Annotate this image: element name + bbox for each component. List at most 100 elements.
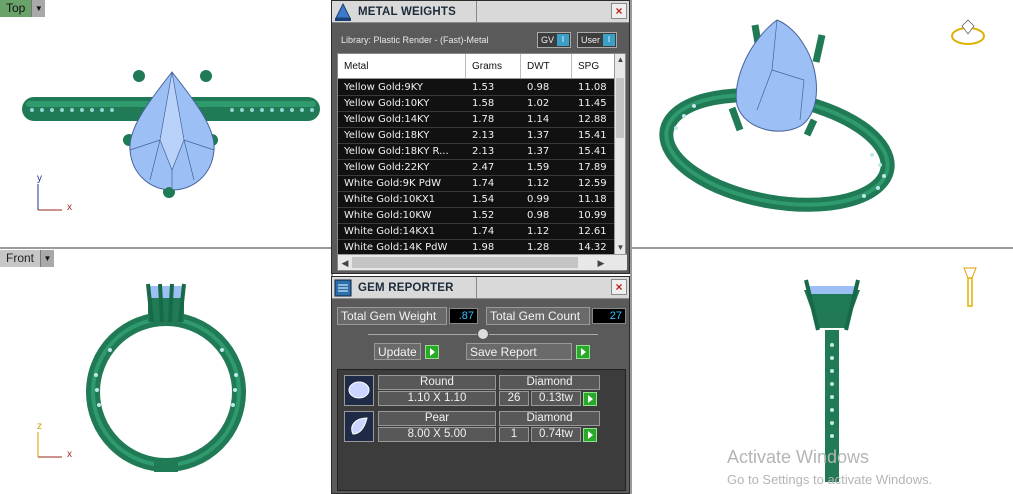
grams-cell: 2.47: [472, 162, 495, 173]
gem-shape: Round: [378, 375, 496, 390]
metal-cell: White Gold:14KX1: [344, 226, 436, 237]
viewport-front-tab[interactable]: Front ▼: [0, 250, 55, 267]
viewport-top-tab[interactable]: Top ▼: [0, 0, 46, 17]
play-icon: [424, 344, 439, 359]
viewport-top[interactable]: y x Top ▼: [0, 0, 331, 247]
update-button[interactable]: Update: [374, 343, 439, 360]
dwt-cell: 0.99: [527, 194, 550, 205]
gem-shape: Pear: [378, 411, 496, 426]
viewport-perspective[interactable]: [632, 0, 1013, 247]
scroll-thumb[interactable]: [616, 78, 624, 138]
dwt-cell: 1.14: [527, 114, 550, 125]
spg-cell: 10.99: [578, 210, 607, 221]
gem-reporter-titlebar[interactable]: GEM REPORTER ×: [332, 277, 629, 299]
metal-weights-panel: METAL WEIGHTS × Library: Plastic Render …: [331, 0, 630, 274]
gem-weight: 0.13tw: [531, 391, 581, 406]
total-gem-count-value: 27: [592, 308, 626, 324]
table-row[interactable]: Yellow Gold:14KY 1.78 1.14 12.88: [338, 112, 615, 128]
table-row[interactable]: Yellow Gold:18KY R... 2.13 1.37 15.41: [338, 144, 615, 160]
perspective-view-icon: [951, 19, 985, 45]
metal-cell: Yellow Gold:10KY: [344, 98, 430, 109]
activation-watermark-subtitle: Go to Settings to activate Windows.: [727, 472, 933, 487]
spg-cell: 15.41: [578, 130, 607, 141]
pear-gem-thumbnail: [344, 411, 374, 442]
splitter-knob[interactable]: [477, 328, 489, 340]
save-report-button[interactable]: Save Report: [466, 343, 590, 360]
axis-y-label: y: [37, 173, 42, 184]
metal-cell: Yellow Gold:9KY: [344, 82, 423, 93]
play-icon: [583, 427, 597, 442]
grams-cell: 1.53: [472, 82, 495, 93]
user-toggle[interactable]: User I: [577, 32, 618, 48]
gem-reporter-title: GEM REPORTER: [358, 281, 454, 294]
close-icon[interactable]: ×: [611, 279, 627, 295]
metal-weights-titlebar[interactable]: METAL WEIGHTS ×: [332, 1, 629, 23]
grams-cell: 2.13: [472, 130, 495, 141]
gem-list[interactable]: Round 1.10 X 1.10 Diamond 26 0.13tw Pear…: [337, 369, 626, 491]
table-row[interactable]: Yellow Gold:18KY 2.13 1.37 15.41: [338, 128, 615, 144]
metal-cell: Yellow Gold:22KY: [344, 162, 430, 173]
total-gem-weight-value: .87: [449, 308, 478, 324]
viewport-divider-right[interactable]: [630, 0, 632, 494]
metal-cell: Yellow Gold:18KY: [344, 130, 430, 141]
side-view-icon: [963, 267, 977, 307]
gem-size: 8.00 X 5.00: [378, 427, 496, 442]
column-header-spg[interactable]: SPG: [572, 54, 615, 78]
spg-cell: 11.45: [578, 98, 607, 109]
metal-cell: White Gold:9K PdW: [344, 178, 441, 189]
dwt-cell: 0.98: [527, 82, 550, 93]
table-row[interactable]: Yellow Gold:9KY 1.53 0.98 11.08: [338, 80, 615, 96]
dwt-cell: 1.12: [527, 178, 550, 189]
table-row[interactable]: Yellow Gold:10KY 1.58 1.02 11.45: [338, 96, 615, 112]
metal-cell: Yellow Gold:18KY R...: [344, 146, 449, 157]
chevron-down-icon[interactable]: ▼: [31, 0, 46, 17]
table-row[interactable]: White Gold:10KW 1.52 0.98 10.99: [338, 208, 615, 224]
table-row[interactable]: White Gold:14K PdW 1.98 1.28 14.32: [338, 240, 615, 254]
column-header-dwt[interactable]: DWT: [521, 54, 572, 78]
play-icon: [583, 391, 597, 406]
close-icon[interactable]: ×: [611, 3, 627, 19]
scroll-up-icon[interactable]: ▲: [615, 54, 626, 66]
column-header-metal[interactable]: Metal: [338, 54, 466, 78]
metal-weights-table[interactable]: Metal Grams DWT SPG Yellow Gold:9KY 1.53 0…: [337, 53, 627, 271]
vertical-scrollbar[interactable]: ▲ ▼: [614, 54, 625, 254]
spg-cell: 11.18: [578, 194, 607, 205]
grams-cell: 1.78: [472, 114, 495, 125]
spg-cell: 12.61: [578, 226, 607, 237]
metal-cell: Yellow Gold:14KY: [344, 114, 430, 125]
axis-z-label: z: [37, 421, 42, 432]
spg-cell: 11.08: [578, 82, 607, 93]
scroll-left-icon[interactable]: ◀: [338, 255, 352, 271]
gem-weight: 0.74tw: [531, 427, 581, 442]
table-row[interactable]: White Gold:14KX1 1.74 1.12 12.61: [338, 224, 615, 240]
dwt-cell: 1.28: [527, 242, 550, 253]
table-row[interactable]: White Gold:9K PdW 1.74 1.12 12.59: [338, 176, 615, 192]
horizontal-scrollbar[interactable]: ◀ ▶: [338, 254, 627, 270]
scroll-thumb[interactable]: [352, 257, 578, 268]
ring-perspective-view: [659, 19, 985, 212]
table-row[interactable]: Yellow Gold:22KY 2.47 1.59 17.89: [338, 160, 615, 176]
metal-cell: White Gold:10KW: [344, 210, 432, 221]
gv-toggle[interactable]: GV I: [537, 32, 572, 48]
gem-detail-button[interactable]: [579, 390, 597, 407]
spg-cell: 12.59: [578, 178, 607, 189]
column-header-grams[interactable]: Grams: [466, 54, 521, 78]
scroll-right-icon[interactable]: ▶: [594, 255, 608, 271]
round-gem-thumbnail: [344, 375, 374, 406]
table-row[interactable]: White Gold:10KX1 1.54 0.99 11.18: [338, 192, 615, 208]
metal-weights-title: METAL WEIGHTS: [358, 5, 457, 18]
grams-cell: 1.52: [472, 210, 495, 221]
dwt-cell: 0.98: [527, 210, 550, 221]
gem-detail-button[interactable]: [579, 426, 597, 443]
spg-cell: 14.32: [578, 242, 607, 253]
viewport-front[interactable]: z x Front ▼: [0, 250, 331, 494]
axis-x-label: x: [67, 449, 72, 460]
spg-cell: 15.41: [578, 146, 607, 157]
axis-x-label: x: [67, 202, 72, 213]
chevron-down-icon[interactable]: ▼: [40, 250, 55, 267]
gem-size: 1.10 X 1.10: [378, 391, 496, 406]
library-label: Library: Plastic Render - (Fast)-Metal: [341, 35, 489, 45]
metal-cell: White Gold:14K PdW: [344, 242, 448, 253]
metal-weights-icon: [332, 1, 354, 23]
scroll-down-icon[interactable]: ▼: [615, 242, 626, 254]
